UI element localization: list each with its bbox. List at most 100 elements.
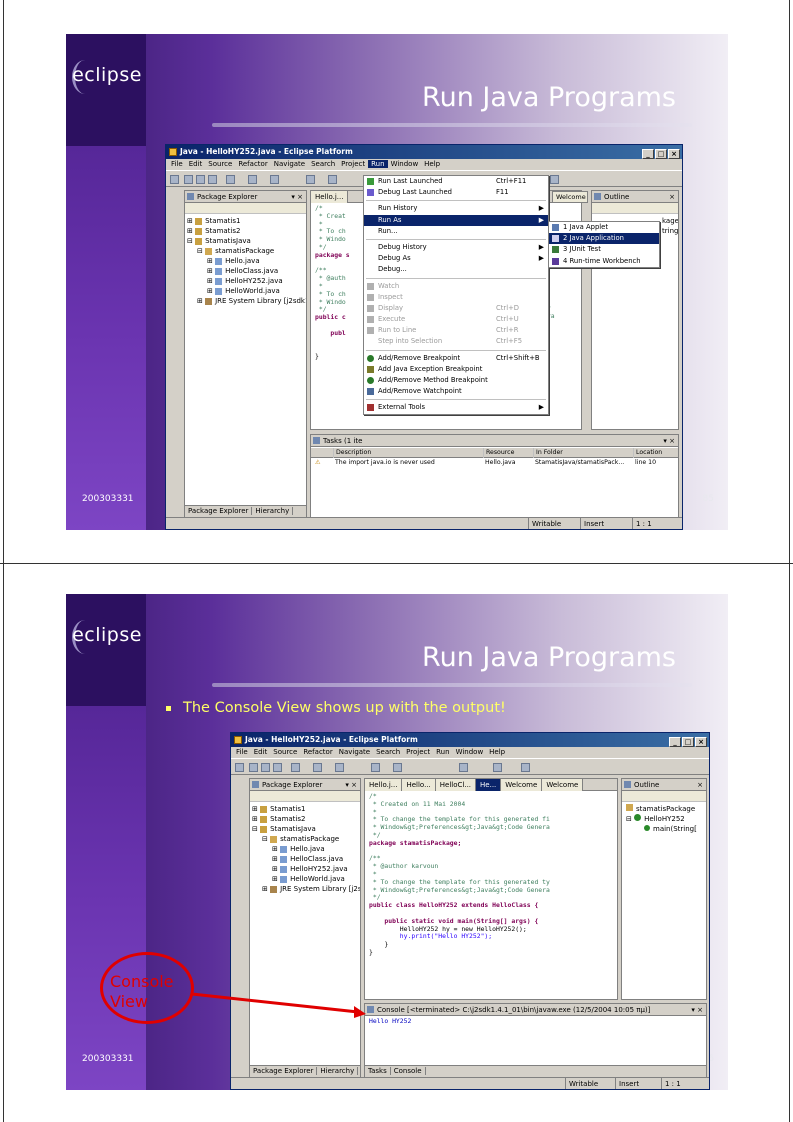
close-button[interactable]: × — [695, 737, 707, 747]
tree-item[interactable]: ⊞ Hello.java — [252, 844, 360, 854]
menu-item-run-to-line[interactable]: Run to Line Ctrl+R — [364, 325, 548, 336]
tree-item[interactable]: ⊞ Hello.java — [187, 256, 306, 266]
tree-item[interactable]: ⊞ HelloWorld.java — [252, 874, 360, 884]
forward-icon[interactable] — [521, 763, 530, 772]
menu-help[interactable]: Help — [486, 748, 508, 756]
debug-icon[interactable] — [226, 175, 235, 184]
close-button[interactable]: × — [668, 149, 680, 159]
menu-item-debug-dialog[interactable]: Debug... — [364, 264, 548, 275]
minimize-button[interactable]: _ — [669, 737, 681, 747]
tab-hierarchy[interactable]: Hierarchy — [252, 507, 294, 515]
editor-tab[interactable]: Hello.j... — [311, 191, 349, 203]
tasks-view-controls[interactable]: ▾ × — [663, 435, 675, 447]
menu-item-execute[interactable]: Execute Ctrl+U — [364, 314, 548, 325]
menu-edit[interactable]: Edit — [186, 160, 206, 168]
outline-item[interactable]: main(String[ — [626, 824, 706, 834]
menu-file[interactable]: File — [168, 160, 186, 168]
menu-source[interactable]: Source — [205, 160, 235, 168]
navigate-icon[interactable] — [550, 175, 559, 184]
save-icon[interactable] — [249, 763, 258, 772]
tab-welcome[interactable]: Welcome — [552, 191, 588, 203]
open-type-icon[interactable] — [328, 175, 337, 184]
outline-item[interactable]: stamatisPackage — [626, 804, 706, 814]
save-icon[interactable] — [184, 175, 193, 184]
menu-source[interactable]: Source — [270, 748, 300, 756]
tree-item[interactable]: ⊞ HelloClass.java — [187, 266, 306, 276]
menu-item-debug-last-launched[interactable]: Debug Last Launched F11 — [364, 187, 548, 198]
tree-item[interactable]: ⊟ StamatisJava — [252, 824, 360, 834]
submenu-item-runtime-workbench[interactable]: 4 Run-time Workbench — [549, 256, 659, 267]
editor-tab[interactable]: Hello.j... — [365, 779, 403, 791]
close-icon[interactable]: × — [669, 191, 675, 203]
menu-item-add-remove-breakpoint[interactable]: Add/Remove Breakpoint Ctrl+Shift+B — [364, 353, 548, 364]
tree-item[interactable]: ⊞ Stamatis2 — [252, 814, 360, 824]
open-type-icon[interactable] — [393, 763, 402, 772]
editor-tab[interactable]: HelloCl... — [435, 779, 477, 791]
menu-search[interactable]: Search — [373, 748, 403, 756]
menu-item-step-into-selection[interactable]: Step into Selection Ctrl+F5 — [364, 336, 548, 347]
tree-item[interactable]: ⊟ stamatisPackage — [187, 246, 306, 256]
menu-item-debug-as[interactable]: Debug As ▶ — [364, 253, 548, 264]
menu-item-run-last-launched[interactable]: Run Last Launched Ctrl+F11 — [364, 176, 548, 187]
editor-tab[interactable]: Hello... — [402, 779, 436, 791]
submenu-item-junit-test[interactable]: 3 JUnit Test — [549, 244, 659, 255]
column-header[interactable]: Location — [633, 448, 662, 458]
save-all-icon[interactable] — [261, 763, 270, 772]
column-header[interactable]: Resource — [483, 448, 514, 458]
menu-item-run-dialog[interactable]: Run... — [364, 226, 548, 237]
tree-item[interactable]: ⊞ HelloClass.java — [252, 854, 360, 864]
view-menu-icon[interactable]: ▾ × — [291, 191, 303, 203]
new-icon[interactable] — [235, 763, 244, 772]
editor-tab-active[interactable]: He... — [476, 779, 502, 791]
menu-navigate[interactable]: Navigate — [271, 160, 308, 168]
menu-navigate[interactable]: Navigate — [336, 748, 373, 756]
maximize-button[interactable]: □ — [655, 149, 667, 159]
outline-item[interactable]: tring[ — [662, 226, 678, 236]
external-tools-icon[interactable] — [335, 763, 344, 772]
submenu-item-java-application[interactable]: 2 Java Application — [549, 233, 659, 245]
tab-package-explorer[interactable]: Package Explorer — [185, 507, 253, 515]
code-editor[interactable]: /* * Created on 11 Mai 2004 * * To chang… — [365, 791, 617, 959]
save-all-icon[interactable] — [196, 175, 205, 184]
menu-help[interactable]: Help — [421, 160, 443, 168]
tree-item[interactable]: ⊞ HelloHY252.java — [187, 276, 306, 286]
submenu-item-java-applet[interactable]: 1 Java Applet — [549, 222, 659, 233]
menu-search[interactable]: Search — [308, 160, 338, 168]
tree-item[interactable]: ⊞ JRE System Library [j2sdk1 — [252, 884, 360, 894]
editor-tab[interactable]: Welcome — [501, 779, 543, 791]
tree-item[interactable]: ⊞ HelloWorld.java — [187, 286, 306, 296]
console-output[interactable]: Hello HY252 — [365, 1016, 706, 1028]
close-icon[interactable]: × — [697, 779, 703, 791]
menu-window[interactable]: Window — [453, 748, 487, 756]
run-icon[interactable] — [248, 175, 257, 184]
debug-icon[interactable] — [291, 763, 300, 772]
outline-item[interactable]: kage — [662, 216, 678, 226]
back-icon[interactable] — [493, 763, 502, 772]
tree-item[interactable]: ⊟ stamatisPackage — [252, 834, 360, 844]
tab-package-explorer[interactable]: Package Explorer — [250, 1067, 318, 1075]
editor-tab[interactable]: Welcome — [542, 779, 584, 791]
column-header[interactable]: Description — [333, 448, 371, 458]
tree-item[interactable]: ⊞ Stamatis2 — [187, 226, 306, 236]
column-header[interactable]: In Folder — [533, 448, 563, 458]
menu-item-method-breakpoint[interactable]: Add/Remove Method Breakpoint — [364, 375, 548, 386]
menu-item-watch[interactable]: Watch — [364, 281, 548, 292]
menu-item-add-remove-watchpoint[interactable]: Add/Remove Watchpoint — [364, 386, 548, 397]
tree-item[interactable]: ⊟ StamatisJava — [187, 236, 306, 246]
tree-item[interactable]: ⊞ JRE System Library [j2sdk1 — [187, 296, 306, 306]
menu-item-inspect[interactable]: Inspect — [364, 292, 548, 303]
run-icon[interactable] — [313, 763, 322, 772]
menu-project[interactable]: Project — [403, 748, 433, 756]
menu-item-external-tools[interactable]: External Tools ▶ — [364, 402, 548, 413]
tab-console[interactable]: Console — [390, 1067, 426, 1075]
table-row[interactable]: ⚠ The import java.io is never used Hello… — [311, 458, 678, 468]
tab-hierarchy[interactable]: Hierarchy — [317, 1067, 359, 1075]
tree-item[interactable]: ⊞ Stamatis1 — [252, 804, 360, 814]
search-icon[interactable] — [459, 763, 468, 772]
external-tools-icon[interactable] — [270, 175, 279, 184]
menu-run[interactable]: Run — [433, 748, 452, 756]
outline-item[interactable]: ⊟ HelloHY252 — [626, 814, 706, 824]
tree-item[interactable]: ⊞ Stamatis1 — [187, 216, 306, 226]
menu-window[interactable]: Window — [388, 160, 422, 168]
menu-item-add-exception-breakpoint[interactable]: Add Java Exception Breakpoint — [364, 364, 548, 375]
